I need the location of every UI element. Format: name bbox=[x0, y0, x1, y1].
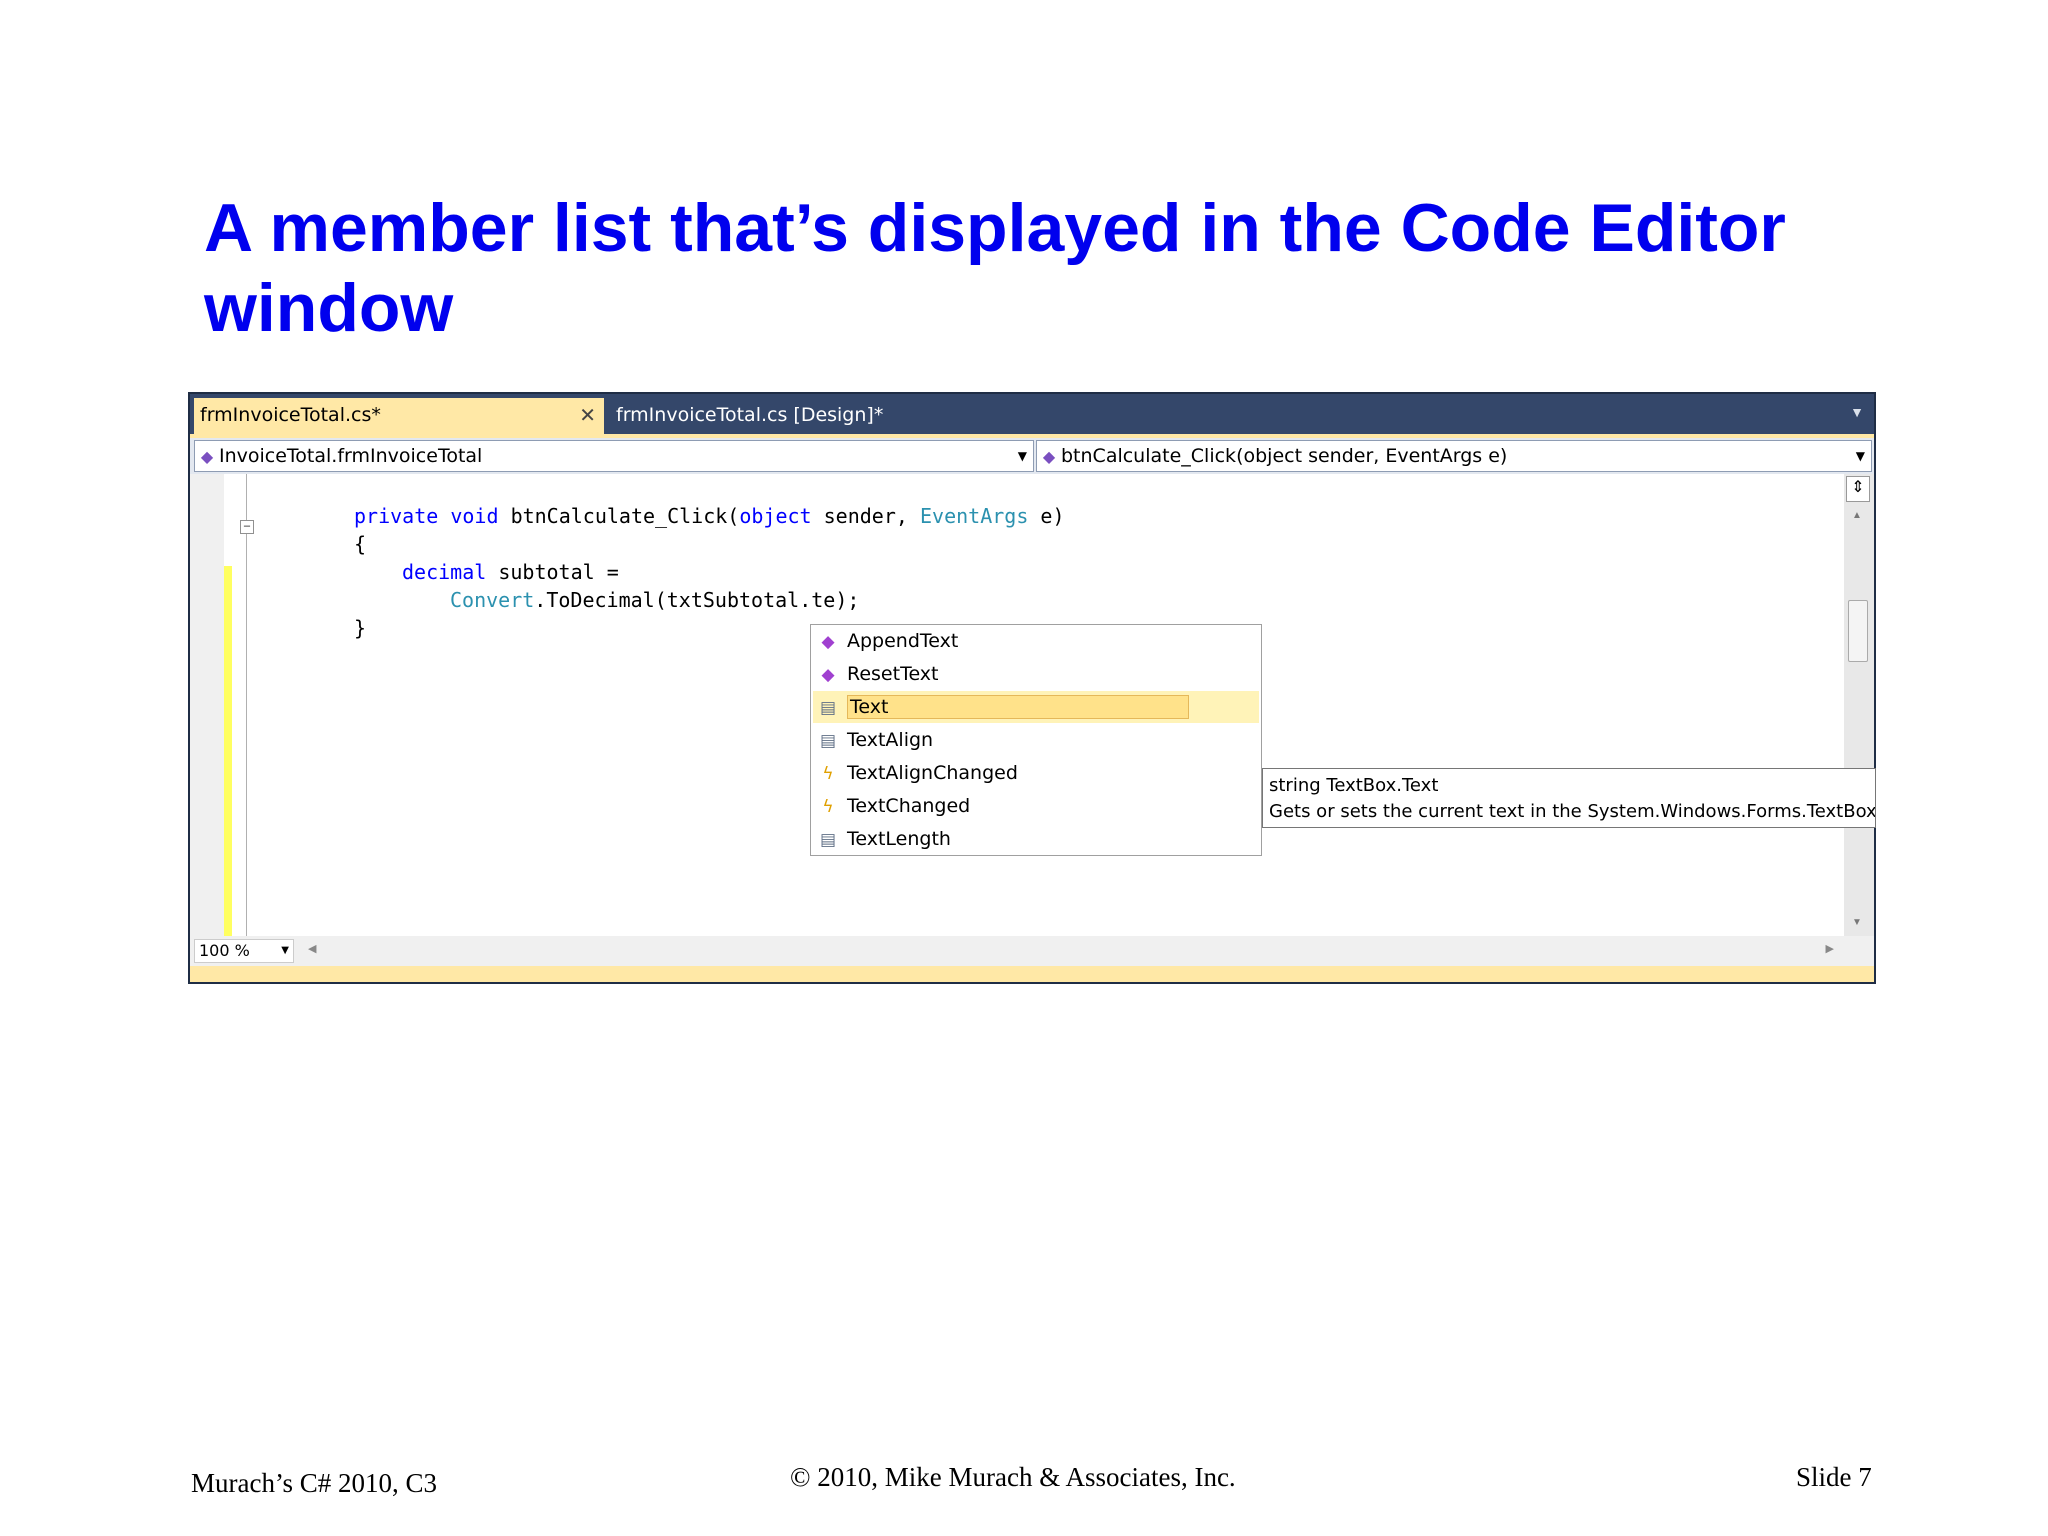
tooltip-signature: string TextBox.Text bbox=[1269, 775, 1439, 796]
document-tabstrip: frmInvoiceTotal.cs* ✕ frmInvoiceTotal.cs… bbox=[190, 394, 1874, 434]
member-combo[interactable]: ◆ btnCalculate_Click(object sender, Event… bbox=[1036, 440, 1872, 472]
scroll-up-icon[interactable]: ▲ bbox=[1852, 510, 1862, 521]
close-icon[interactable]: ✕ bbox=[579, 398, 596, 432]
chevron-down-icon[interactable]: ▼ bbox=[1856, 441, 1865, 471]
code-editor-area[interactable]: − private void btnCalculate_Click(object… bbox=[190, 474, 1876, 936]
outline-guide bbox=[246, 474, 247, 936]
indicator-margin bbox=[190, 474, 224, 936]
code-line: } bbox=[354, 616, 367, 640]
code-line: decimal subtotal = bbox=[402, 560, 619, 584]
code-line: { bbox=[354, 532, 367, 556]
code-line: private void btnCalculate_Click(object s… bbox=[354, 504, 1065, 528]
method-icon: ◆ bbox=[821, 632, 835, 652]
member-item-textlength[interactable]: ▤ TextLength bbox=[813, 823, 1259, 855]
scroll-right-icon[interactable]: ▶ bbox=[1826, 942, 1834, 955]
class-combo-value: InvoiceTotal.frmInvoiceTotal bbox=[219, 445, 483, 467]
tab-menu-dropdown-icon[interactable]: ▼ bbox=[1850, 404, 1864, 420]
scroll-left-icon[interactable]: ◀ bbox=[308, 942, 316, 955]
member-item-appendtext[interactable]: ◆ AppendText bbox=[813, 625, 1259, 657]
change-tracking-bar bbox=[224, 566, 232, 936]
code-editor-window: frmInvoiceTotal.cs* ✕ frmInvoiceTotal.cs… bbox=[188, 392, 1876, 984]
member-item-textalign[interactable]: ▤ TextAlign bbox=[813, 724, 1259, 756]
member-item-textchanged[interactable]: ϟ TextChanged bbox=[813, 790, 1259, 822]
tab-design-file-label: frmInvoiceTotal.cs [Design]* bbox=[616, 404, 884, 426]
event-icon: ϟ bbox=[822, 797, 834, 817]
slide-title: A member list that’s displayed in the Co… bbox=[204, 190, 1786, 346]
tab-code-file-label: frmInvoiceTotal.cs* bbox=[200, 404, 381, 426]
quick-info-tooltip: string TextBox.Text Gets or sets the cur… bbox=[1262, 768, 1876, 828]
member-item-text[interactable]: ▤ Text bbox=[813, 691, 1259, 723]
vertical-scrollbar[interactable]: ⇕ ▲ ▼ bbox=[1844, 474, 1874, 936]
chevron-down-icon[interactable]: ▼ bbox=[281, 940, 289, 962]
zoom-combo[interactable]: 100 % ▼ bbox=[194, 939, 294, 963]
footer-slide-number: Slide 7 bbox=[1796, 1462, 1872, 1492]
property-icon: ▤ bbox=[819, 698, 837, 718]
class-combo[interactable]: ◆ InvoiceTotal.frmInvoiceTotal ▼ bbox=[194, 440, 1034, 472]
intellisense-member-list[interactable]: ◆ AppendText ◆ ResetText ▤ Text ▤ TextAlign … bbox=[810, 624, 1262, 856]
tab-code-file[interactable]: frmInvoiceTotal.cs* ✕ bbox=[194, 398, 604, 434]
chevron-down-icon[interactable]: ▼ bbox=[1018, 441, 1027, 471]
window-bottom-border bbox=[190, 966, 1874, 982]
method-icon: ◆ bbox=[821, 665, 835, 685]
editor-bottom-bar: 100 % ▼ ◀ ▶ bbox=[190, 936, 1874, 966]
footer-book-title: Murach’s C# 2010, C3 bbox=[191, 1468, 437, 1498]
member-combo-value: btnCalculate_Click(object sender, EventA… bbox=[1061, 445, 1508, 467]
method-icon: ◆ bbox=[1042, 447, 1056, 466]
collapse-icon[interactable]: − bbox=[240, 520, 254, 534]
footer-copyright: © 2010, Mike Murach & Associates, Inc. bbox=[790, 1462, 1236, 1492]
code-line: Convert.ToDecimal(txtSubtotal.te); bbox=[450, 588, 860, 612]
event-icon: ϟ bbox=[822, 764, 834, 784]
tab-design-file[interactable]: frmInvoiceTotal.cs [Design]* bbox=[610, 398, 910, 434]
member-item-textalignchanged[interactable]: ϟ TextAlignChanged bbox=[813, 757, 1259, 789]
zoom-value: 100 % bbox=[199, 941, 250, 960]
property-icon: ▤ bbox=[819, 731, 837, 751]
property-icon: ▤ bbox=[819, 830, 837, 850]
tooltip-description: Gets or sets the current text in the Sys… bbox=[1269, 801, 1876, 822]
split-handle-icon[interactable]: ⇕ bbox=[1846, 476, 1870, 502]
scroll-thumb[interactable] bbox=[1848, 600, 1868, 662]
member-item-resettext[interactable]: ◆ ResetText bbox=[813, 658, 1259, 690]
scroll-down-icon[interactable]: ▼ bbox=[1852, 917, 1862, 928]
class-icon: ◆ bbox=[200, 447, 214, 466]
navigation-bar: ◆ InvoiceTotal.frmInvoiceTotal ▼ ◆ btnCalc… bbox=[190, 438, 1874, 474]
